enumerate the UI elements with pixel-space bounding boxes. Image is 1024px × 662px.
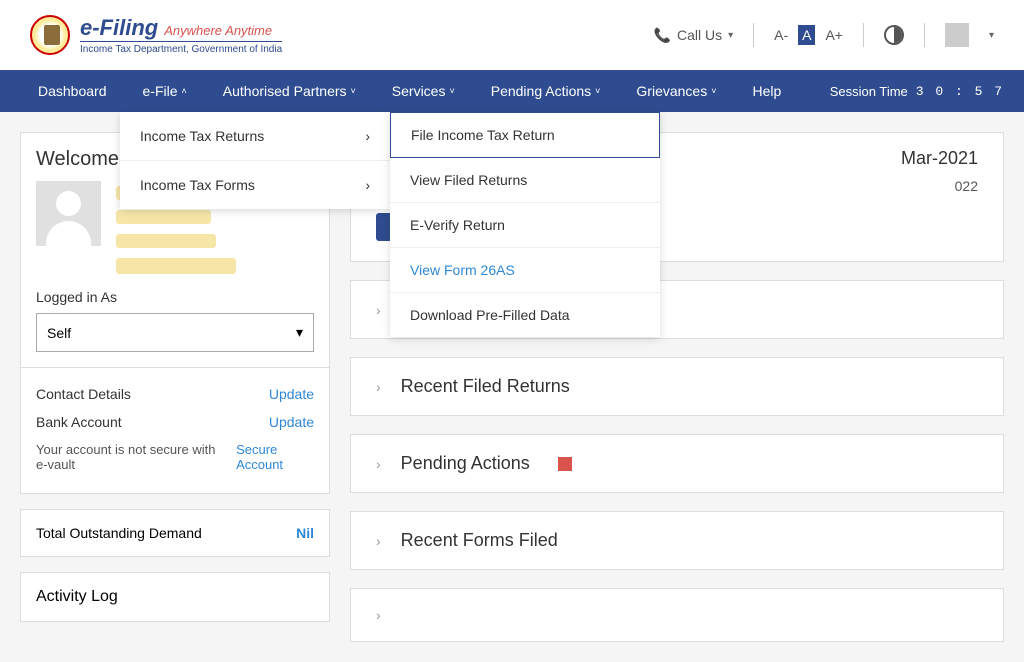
nav-pending[interactable]: Pending Actions ˅ — [473, 70, 619, 112]
divider — [924, 23, 925, 47]
nav-label: e-File — [143, 83, 178, 99]
section-title: Recent Forms Filed — [401, 530, 558, 551]
update-bank-link[interactable]: Update — [269, 414, 314, 430]
chevron-right-icon: › — [365, 177, 370, 193]
demand-value: Nil — [296, 525, 314, 541]
nav-dashboard[interactable]: Dashboard — [20, 70, 125, 112]
redacted-bar — [116, 234, 216, 248]
font-controls: A- A A+ — [774, 25, 843, 45]
contact-row: Contact Details Update — [36, 380, 314, 408]
bank-row: Bank Account Update — [36, 408, 314, 436]
pending-actions-section[interactable]: › Pending Actions — [350, 434, 1004, 493]
redacted-bar — [116, 258, 236, 274]
chevron-down-icon: ˅ — [449, 86, 454, 96]
submenu-view-filed[interactable]: View Filed Returns — [390, 158, 660, 203]
chevron-right-icon: › — [376, 379, 381, 395]
chevron-right-icon: › — [376, 607, 381, 623]
redacted-bar — [116, 210, 211, 224]
activity-label: Activity Log — [36, 588, 118, 605]
brand: e-Filing Anywhere Anytime Income Tax Dep… — [80, 15, 282, 55]
returns-submenu: File Income Tax Return View Filed Return… — [390, 112, 660, 337]
submenu-file-itr[interactable]: File Income Tax Return — [390, 112, 660, 158]
select-value: Self — [47, 325, 71, 341]
emblem-icon — [30, 15, 70, 55]
chevron-right-icon: › — [365, 128, 370, 144]
user-avatar[interactable] — [945, 23, 969, 47]
brand-tagline: Anywhere Anytime — [164, 23, 272, 38]
nav-partners[interactable]: Authorised Partners ˅ — [205, 70, 374, 112]
demand-card: Total Outstanding Demand Nil — [20, 509, 330, 557]
submenu-income-tax-returns[interactable]: Income Tax Returns › — [120, 112, 390, 161]
chevron-down-icon: ▾ — [728, 30, 733, 41]
theme-toggle-icon[interactable] — [884, 25, 904, 45]
chevron-down-icon: ˅ — [711, 86, 716, 96]
font-normal-button[interactable]: A — [798, 25, 815, 45]
contact-label: Contact Details — [36, 386, 131, 402]
nav-label: Help — [752, 83, 781, 99]
submenu-label: Income Tax Returns — [140, 128, 264, 144]
extra-section[interactable]: › — [350, 588, 1004, 642]
phone-icon: 📞 — [654, 27, 671, 44]
submenu-income-tax-forms[interactable]: Income Tax Forms › — [120, 161, 390, 209]
nav-services[interactable]: Services˅ — [374, 70, 473, 112]
logged-as-label: Logged in As — [36, 289, 314, 305]
year-text: 022 — [955, 178, 978, 194]
secure-row: Your account is not secure with e-vault … — [36, 436, 314, 478]
submenu-label: Income Tax Forms — [140, 177, 255, 193]
font-increase-button[interactable]: A+ — [825, 27, 843, 43]
submenu-download-prefilled[interactable]: Download Pre-Filled Data — [390, 293, 660, 337]
section-title: Pending Actions — [401, 453, 530, 474]
header: e-Filing Anywhere Anytime Income Tax Dep… — [0, 0, 1024, 70]
recent-filed-section[interactable]: › Recent Filed Returns — [350, 357, 1004, 416]
alert-badge-icon — [558, 457, 572, 471]
divider — [21, 367, 329, 368]
role-select[interactable]: Self ▾ — [36, 313, 314, 352]
chevron-right-icon: › — [376, 533, 381, 549]
nav-label: Authorised Partners — [223, 83, 347, 99]
nav-help[interactable]: Help — [734, 70, 799, 112]
submenu-everify[interactable]: E-Verify Return — [390, 203, 660, 248]
caret-down-icon: ▾ — [296, 324, 303, 341]
navbar: Dashboard e-File ˄ Authorised Partners ˅ S… — [0, 70, 1024, 112]
chevron-down-icon: ˅ — [351, 86, 356, 96]
call-us-label: Call Us — [677, 27, 722, 43]
update-contact-link[interactable]: Update — [269, 386, 314, 402]
nav-label: Grievances — [636, 83, 707, 99]
font-decrease-button[interactable]: A- — [774, 27, 788, 43]
chevron-right-icon: › — [376, 456, 381, 472]
header-right: 📞 Call Us ▾ A- A A+ ▾ — [654, 23, 994, 47]
recent-forms-section[interactable]: › Recent Forms Filed — [350, 511, 1004, 570]
nav-grievances[interactable]: Grievances ˅ — [618, 70, 734, 112]
session-label: Session Time — [830, 84, 908, 99]
bank-label: Bank Account — [36, 414, 122, 430]
date-text: Mar-2021 — [901, 148, 978, 169]
nav-label: Pending Actions — [491, 83, 591, 99]
divider — [863, 23, 864, 47]
divider — [753, 23, 754, 47]
nav-efile[interactable]: e-File ˄ — [125, 70, 205, 112]
call-us-dropdown[interactable]: 📞 Call Us ▾ — [654, 27, 734, 44]
chevron-down-icon[interactable]: ▾ — [989, 30, 994, 41]
brand-sub: Income Tax Department, Government of Ind… — [80, 41, 282, 55]
nav-label: Services — [392, 83, 446, 99]
session-timer: Session Time 3 0 : 5 7 — [830, 84, 1004, 99]
section-title: Recent Filed Returns — [401, 376, 570, 397]
logo-area: e-Filing Anywhere Anytime Income Tax Dep… — [30, 15, 282, 55]
chevron-down-icon: ˅ — [595, 86, 600, 96]
submenu-form-26as[interactable]: View Form 26AS — [390, 248, 660, 293]
nav-label: Dashboard — [38, 83, 107, 99]
demand-label: Total Outstanding Demand — [36, 525, 202, 541]
secure-msg: Your account is not secure with e-vault — [36, 442, 226, 472]
brand-name: e-Filing — [80, 15, 158, 41]
efile-submenu: Income Tax Returns › Income Tax Forms › — [120, 112, 390, 209]
avatar-icon — [36, 181, 101, 246]
secure-account-link[interactable]: Secure Account — [236, 442, 314, 472]
activity-card: Activity Log — [20, 572, 330, 622]
session-time: 3 0 : 5 7 — [916, 84, 1004, 99]
chevron-right-icon: › — [376, 302, 381, 318]
chevron-up-icon: ˄ — [182, 86, 187, 96]
